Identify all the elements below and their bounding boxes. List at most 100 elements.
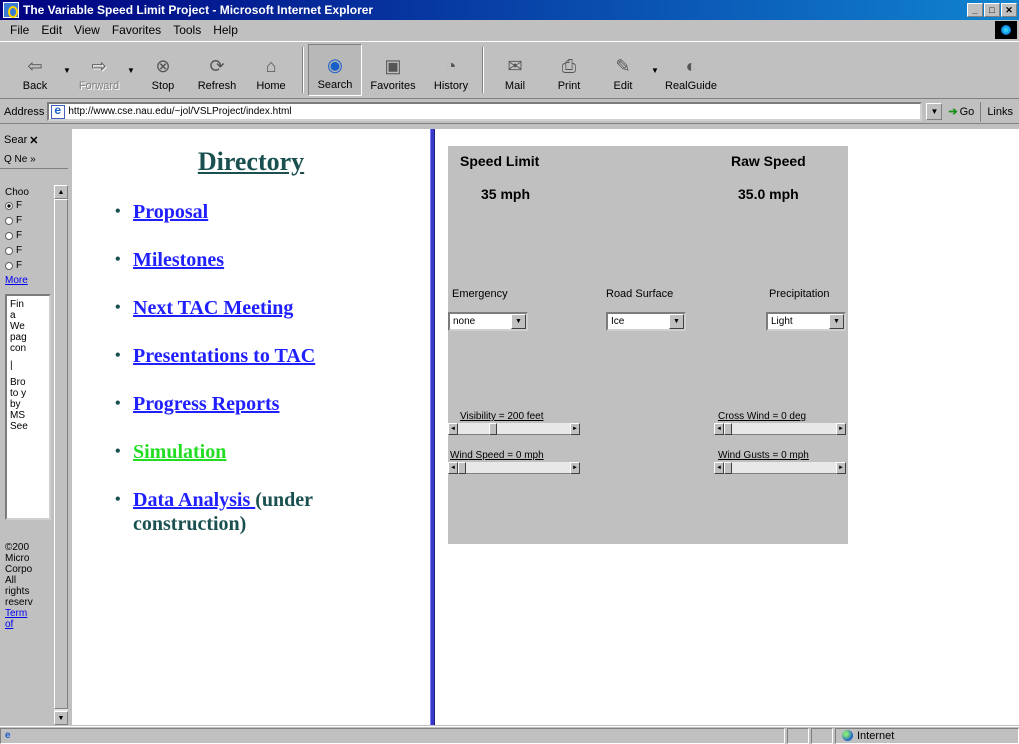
data-analysis-text: Data Analysis (under construction) — [133, 488, 313, 536]
menu-tools[interactable]: Tools — [167, 23, 207, 37]
slider-left-icon[interactable]: ◄ — [448, 423, 458, 435]
directory-item: • Simulation — [115, 440, 425, 488]
favorites-button[interactable]: ▣ Favorites — [362, 44, 424, 96]
option-label: F — [16, 200, 23, 211]
mail-button[interactable]: ✉ Mail — [488, 44, 542, 96]
address-bar: Address http://www.cse.nau.edu/~jol/VSLP… — [0, 100, 1019, 124]
slider-thumb[interactable] — [489, 423, 497, 435]
forward-button[interactable]: ⇨ Forward — [72, 44, 126, 96]
window-controls: _ □ ✕ — [967, 3, 1017, 17]
toolbar-chevron-icon[interactable]: ▼ — [650, 44, 660, 96]
slider-right-icon[interactable]: ► — [836, 423, 846, 435]
title-bar: The Variable Speed Limit Project - Micro… — [0, 0, 1019, 20]
window-title: The Variable Speed Limit Project - Micro… — [23, 3, 374, 17]
search-pane-tool[interactable]: Q Ne » — [0, 151, 68, 169]
road-surface-select[interactable]: Ice ▼ — [606, 312, 686, 331]
print-label: Print — [557, 80, 581, 92]
visibility-slider[interactable]: ◄ ► — [448, 423, 580, 435]
wind-speed-slider[interactable]: ◄ ► — [448, 462, 580, 474]
wind-gusts-slider[interactable]: ◄ ► — [714, 462, 846, 474]
back-arrow-icon: ⇦ — [27, 55, 43, 76]
terms-link[interactable]: of — [5, 619, 51, 630]
speed-limit-applet: Speed Limit 35 mph Raw Speed 35.0 mph Em… — [448, 146, 848, 544]
stop-label: Stop — [151, 80, 175, 92]
slider-left-icon[interactable]: ◄ — [448, 462, 458, 474]
cross-wind-slider[interactable]: ◄ ► — [714, 423, 846, 435]
search-option[interactable]: F — [5, 228, 51, 243]
home-icon: ⌂ — [265, 55, 277, 76]
slider-right-icon[interactable]: ► — [570, 423, 580, 435]
mail-label: Mail — [504, 80, 526, 92]
search-option[interactable]: F — [5, 213, 51, 228]
address-dropdown-icon[interactable]: ▼ — [926, 103, 943, 120]
scroll-down-icon[interactable]: ▼ — [54, 711, 68, 725]
directory-item: • Progress Reports — [115, 392, 425, 440]
slider-left-icon[interactable]: ◄ — [714, 423, 724, 435]
refresh-icon: ⟳ — [209, 55, 225, 76]
realguide-button[interactable]: ◐ RealGuide — [660, 44, 722, 96]
forward-dropdown-icon[interactable]: ▼ — [126, 44, 136, 96]
links-button[interactable]: Links — [980, 101, 1019, 122]
legal-line: ©200 — [5, 542, 30, 553]
more-link[interactable]: More — [5, 275, 51, 286]
slider-thumb[interactable] — [724, 423, 732, 435]
slider-thumb[interactable] — [724, 462, 732, 474]
edit-button[interactable]: ✎ Edit — [596, 44, 650, 96]
search-option[interactable]: F — [5, 258, 51, 273]
refresh-button[interactable]: ⟳ Refresh — [190, 44, 244, 96]
slider-right-icon[interactable]: ► — [570, 462, 580, 474]
option-label: F — [16, 245, 23, 256]
slider-right-icon[interactable]: ► — [836, 462, 846, 474]
close-button[interactable]: ✕ — [1001, 3, 1017, 17]
search-box[interactable]: Fin a We pag con | Bro to y by MS See — [5, 294, 51, 520]
search-pane-scrollbar[interactable]: ▲ ▼ — [54, 185, 68, 725]
bullet-icon: • — [115, 347, 121, 364]
scroll-up-icon[interactable]: ▲ — [54, 185, 68, 199]
menu-view[interactable]: View — [68, 23, 106, 37]
scroll-thumb[interactable] — [54, 199, 68, 709]
go-button[interactable]: ➔ Go — [942, 105, 980, 119]
search-box-text: Bro — [10, 377, 26, 388]
radio-icon — [5, 261, 13, 270]
precipitation-select[interactable]: Light ▼ — [766, 312, 846, 331]
progress-reports-link[interactable]: Progress Reports — [133, 392, 279, 416]
search-option[interactable]: F — [5, 198, 51, 213]
minimize-button[interactable]: _ — [967, 3, 983, 17]
radio-selected-icon — [5, 201, 13, 210]
address-input[interactable]: http://www.cse.nau.edu/~jol/VSLProject/i… — [47, 102, 923, 121]
search-option[interactable]: F — [5, 243, 51, 258]
history-button[interactable]: ◔ History — [424, 44, 478, 96]
search-box-text: pag — [10, 332, 27, 343]
maximize-button[interactable]: □ — [984, 3, 1000, 17]
terms-link[interactable]: Term — [5, 608, 51, 619]
stop-button[interactable]: ⊗ Stop — [136, 44, 190, 96]
status-text-pane: e — [0, 727, 785, 744]
search-pane-header: Sear ✕ — [0, 129, 68, 151]
security-zone: Internet — [835, 727, 1019, 744]
back-label: Back — [22, 80, 48, 92]
simulation-link[interactable]: Simulation — [133, 440, 226, 464]
menu-edit[interactable]: Edit — [35, 23, 68, 37]
print-button[interactable]: ⎙ Print — [542, 44, 596, 96]
emergency-select[interactable]: none ▼ — [448, 312, 528, 331]
search-button[interactable]: ◉ Search — [308, 44, 362, 96]
page-icon — [51, 103, 66, 119]
proposal-link[interactable]: Proposal — [133, 200, 208, 224]
realguide-label: RealGuide — [665, 80, 717, 92]
menu-file[interactable]: File — [4, 23, 35, 37]
menu-favorites[interactable]: Favorites — [106, 23, 167, 37]
status-pane — [811, 727, 833, 744]
close-icon[interactable]: ✕ — [29, 134, 38, 147]
slider-thumb[interactable] — [458, 462, 466, 474]
next-tac-meeting-link[interactable]: Next TAC Meeting — [133, 296, 293, 320]
home-button[interactable]: ⌂ Home — [244, 44, 298, 96]
back-button[interactable]: ⇦ Back — [8, 44, 62, 96]
menu-help[interactable]: Help — [207, 23, 244, 37]
text-cursor: | — [10, 360, 13, 371]
back-dropdown-icon[interactable]: ▼ — [62, 44, 72, 96]
data-analysis-link[interactable]: Data Analysis — [133, 489, 255, 511]
milestones-link[interactable]: Milestones — [133, 248, 224, 272]
bullet-icon: • — [115, 203, 121, 220]
presentations-link[interactable]: Presentations to TAC — [133, 344, 315, 368]
slider-left-icon[interactable]: ◄ — [714, 462, 724, 474]
